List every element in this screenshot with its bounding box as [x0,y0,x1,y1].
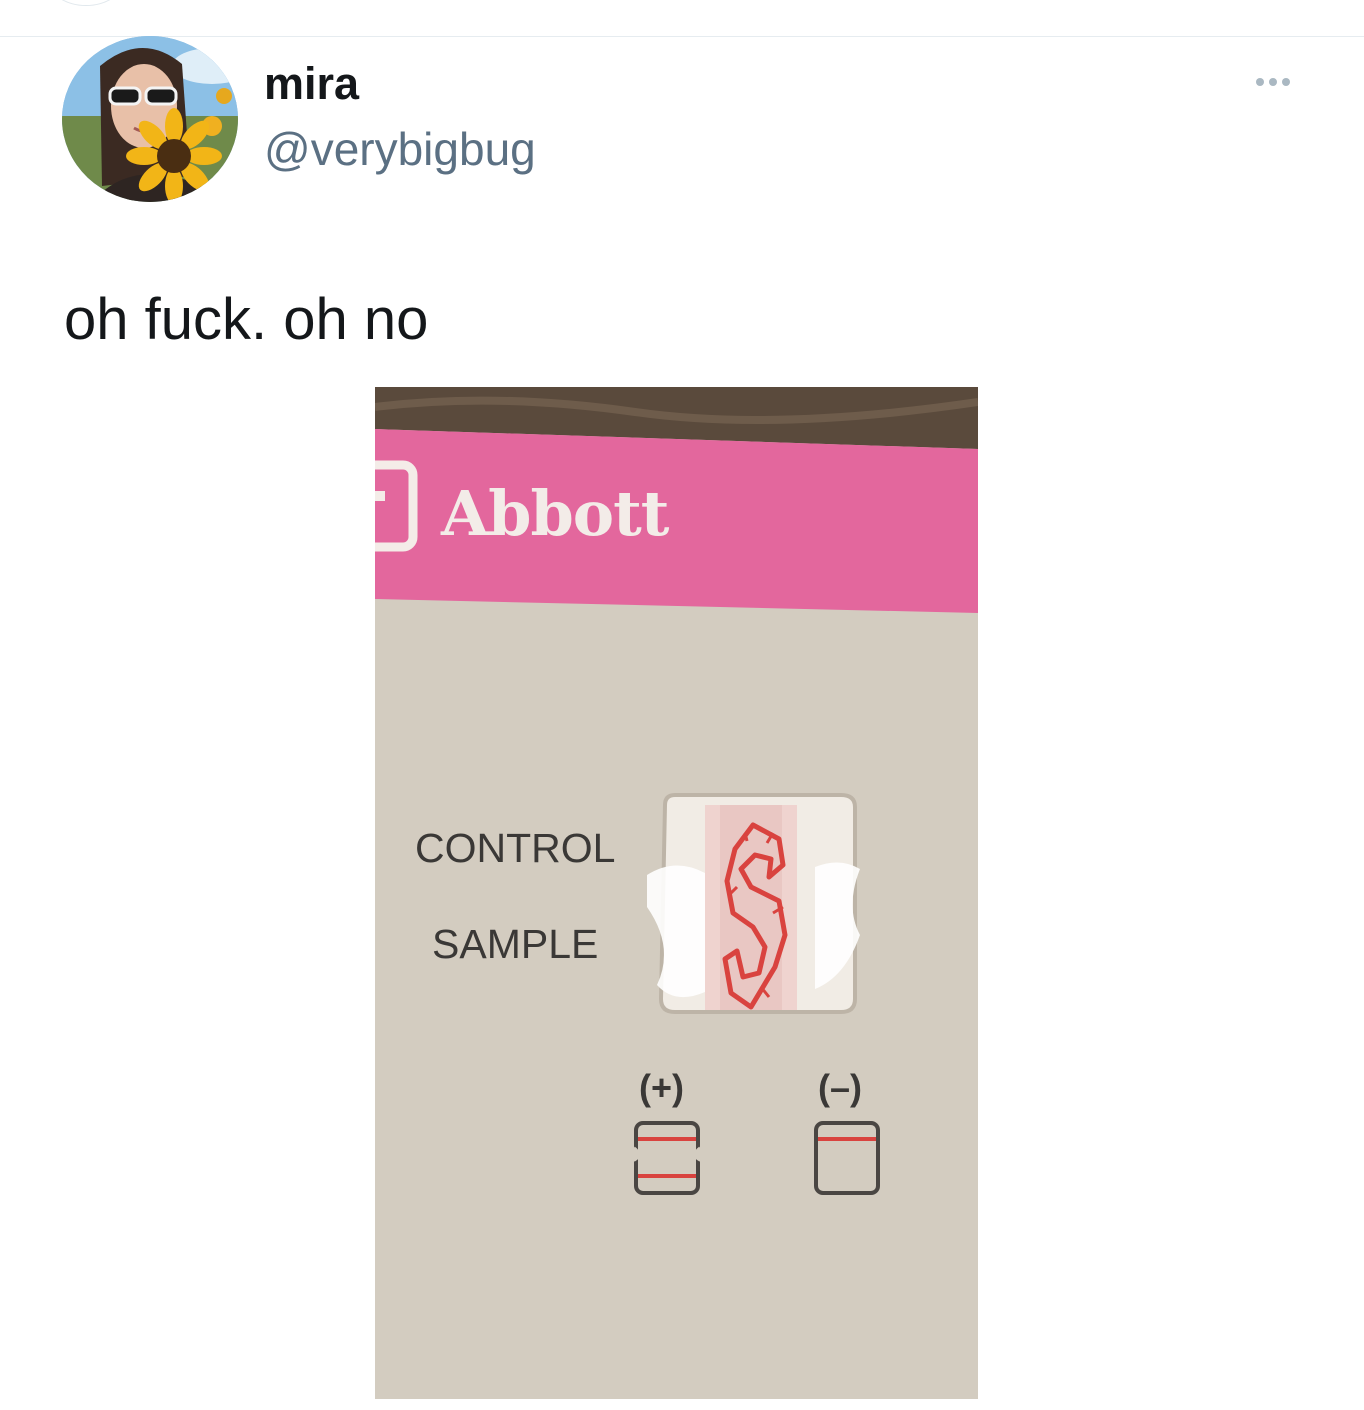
sample-label: SAMPLE [432,921,599,967]
tweet-photo[interactable]: Abbott CONTROL SAMPLE (+) (–) [375,387,978,1399]
previous-avatar-edge [50,0,122,6]
avatar[interactable] [62,36,238,202]
tweet-text: oh fuck. oh no [64,287,429,352]
more-dots-icon [1282,78,1290,86]
brand-name: Abbott [441,477,669,550]
profile-photo-with-sunflower-icon [62,36,238,202]
display-name[interactable]: mira [264,58,359,110]
more-dots-icon [1256,78,1264,86]
divider [0,36,1364,37]
control-label: CONTROL [415,825,616,871]
positive-label: (+) [639,1067,684,1108]
user-handle[interactable]: @verybigbug [264,122,536,176]
negative-label: (–) [818,1067,862,1108]
more-options-button[interactable] [1246,70,1300,94]
more-dots-icon [1269,78,1277,86]
